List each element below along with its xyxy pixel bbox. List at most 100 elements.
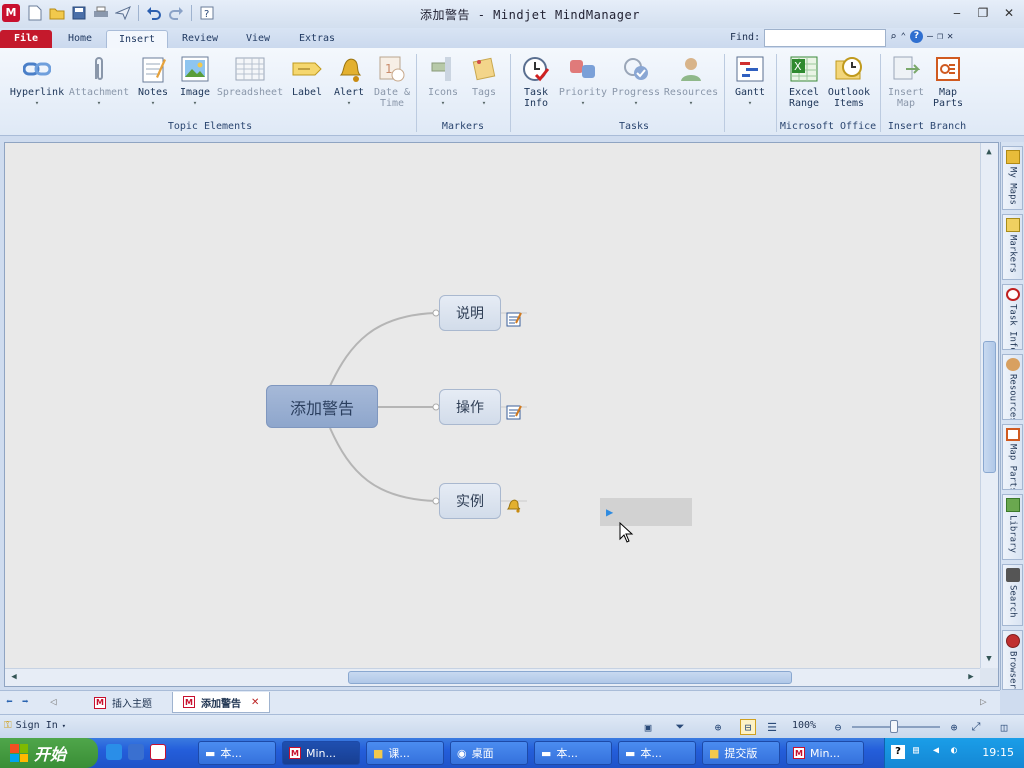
outline-view-icon[interactable]: ☰ xyxy=(764,719,780,735)
notes-button[interactable]: Notes ▾ xyxy=(134,54,172,109)
close-icon[interactable]: ✕ xyxy=(998,4,1020,22)
tab-file[interactable]: File xyxy=(0,30,52,48)
sign-in-button[interactable]: ⚿ Sign In ▾ xyxy=(4,720,66,731)
tab-extras[interactable]: Extras xyxy=(290,30,344,48)
notes-icon[interactable] xyxy=(505,310,523,328)
label-button[interactable]: Label xyxy=(288,54,326,98)
help-circle-icon[interactable]: ? xyxy=(910,30,924,43)
taskbar-item-mindmanager[interactable]: M Min... xyxy=(282,741,360,765)
excel-range-button[interactable]: X Excel Range xyxy=(782,54,826,109)
taskbar-item-mindmanager[interactable]: M Min... xyxy=(786,741,864,765)
side-tab-my-maps[interactable]: My Maps xyxy=(1002,146,1023,210)
ie-icon[interactable] xyxy=(106,744,122,760)
close-tab-icon[interactable]: ✕ xyxy=(251,697,259,708)
side-tab-browser[interactable]: Browser xyxy=(1002,630,1023,690)
help-tray-icon[interactable]: ? xyxy=(891,745,905,759)
tab-insert[interactable]: Insert xyxy=(106,30,168,48)
map-parts-button[interactable]: Map Parts xyxy=(928,54,968,109)
network-icon[interactable]: ▤ xyxy=(913,745,919,756)
minimize-doc-icon[interactable]: ‒ xyxy=(927,31,933,42)
mindmanager-app-icon[interactable]: M xyxy=(2,4,20,22)
zoom-slider-thumb[interactable] xyxy=(890,720,898,733)
close-doc-icon[interactable]: ✕ xyxy=(947,31,953,42)
side-tab-resources[interactable]: Resources xyxy=(1002,354,1023,420)
subtopic-operation[interactable]: 操作 xyxy=(439,389,501,425)
outlook-items-button[interactable]: Outlook Items xyxy=(826,54,872,109)
filter-icon[interactable]: ⏷ xyxy=(672,719,688,735)
icons-button[interactable]: Icons ▾ xyxy=(424,54,462,109)
binoculars-icon[interactable]: ⌕ xyxy=(890,30,897,43)
task-info-button[interactable]: Task Info xyxy=(516,54,556,109)
scroll-up-arrow-icon[interactable]: ▲ xyxy=(981,144,997,160)
panel-toggle-icon[interactable]: ◫ xyxy=(996,719,1012,735)
doc-tab-insert-topic[interactable]: M 插入主题 xyxy=(84,692,162,713)
resources-button[interactable]: Resources ▾ xyxy=(664,54,718,109)
priority-button[interactable]: Priority ▾ xyxy=(558,54,608,109)
restore-icon[interactable]: ❐ xyxy=(972,4,994,22)
next-arrow-icon[interactable]: ➡ xyxy=(22,695,36,709)
insert-map-button[interactable]: Insert Map xyxy=(886,54,926,109)
doc-tab-add-alert[interactable]: M 添加警告 ✕ xyxy=(172,692,271,713)
fit-map-icon[interactable]: ⤢ xyxy=(968,719,984,735)
progress-button[interactable]: Progress ▾ xyxy=(610,54,662,109)
subtopic-description[interactable]: 说明 xyxy=(439,295,501,331)
tab-home[interactable]: Home xyxy=(58,30,102,48)
zoom-out-icon[interactable]: ⊖ xyxy=(830,719,846,735)
tray-arrow-icon[interactable]: ◀ xyxy=(933,745,939,756)
zoom-in-icon[interactable]: ⊕ xyxy=(946,719,962,735)
scroll-down-arrow-icon[interactable]: ▼ xyxy=(981,651,997,667)
horizontal-scroll-thumb[interactable] xyxy=(348,671,792,684)
alert-bell-icon[interactable] xyxy=(505,496,523,514)
alert-button[interactable]: Alert ▾ xyxy=(330,54,368,109)
scroll-right-arrow-icon[interactable]: ▶ xyxy=(963,669,979,685)
restore-doc-icon[interactable]: ❐ xyxy=(937,31,943,42)
side-tab-task-info[interactable]: Task Info xyxy=(1002,284,1023,350)
central-topic[interactable]: 添加警告 xyxy=(266,385,378,428)
start-button[interactable]: 开始 xyxy=(0,738,98,768)
image-button[interactable]: Image ▾ xyxy=(176,54,214,109)
undo-icon[interactable] xyxy=(145,4,163,22)
vertical-scrollbar[interactable]: ▲ ▼ xyxy=(980,143,998,668)
scroll-tabs-right-icon[interactable]: ▷ xyxy=(980,695,994,709)
send-icon[interactable] xyxy=(114,4,132,22)
focus-topic-icon[interactable]: ⊕ xyxy=(710,719,726,735)
redo-icon[interactable] xyxy=(167,4,185,22)
side-tab-markers[interactable]: Markers xyxy=(1002,214,1023,280)
hyperlink-button[interactable]: Hyperlink ▾ xyxy=(8,54,66,109)
fit-view-icon[interactable]: ▣ xyxy=(640,719,656,735)
minimize-icon[interactable]: ‒ xyxy=(946,4,968,22)
map-canvas[interactable]: 添加警告 说明 操作 实例 ▶ xyxy=(5,143,980,668)
volume-icon[interactable]: ◐ xyxy=(951,745,957,756)
open-folder-icon[interactable] xyxy=(48,4,66,22)
help-icon[interactable]: ? xyxy=(198,4,216,22)
taskbar-item[interactable]: ◉ 桌面 xyxy=(450,741,528,765)
subtopic-example[interactable]: 实例 xyxy=(439,483,501,519)
taskbar-item[interactable]: ▬ 本... xyxy=(618,741,696,765)
browser-icon[interactable] xyxy=(128,744,144,760)
tab-view[interactable]: View xyxy=(236,30,280,48)
side-tab-library[interactable]: Library xyxy=(1002,494,1023,560)
map-workspace[interactable]: 添加警告 说明 操作 实例 ▶ ▲ ▼ ◀ ▶ xyxy=(4,142,999,687)
taskbar-item[interactable]: ■ 课... xyxy=(366,741,444,765)
notes-icon[interactable] xyxy=(505,403,523,421)
save-icon[interactable] xyxy=(70,4,88,22)
new-document-icon[interactable] xyxy=(26,4,44,22)
chevron-up-icon[interactable]: ⌃ xyxy=(901,32,906,42)
taskbar-item[interactable]: ▬ 本... xyxy=(534,741,612,765)
date-time-button[interactable]: 1 Date & Time xyxy=(372,54,412,109)
vertical-scroll-thumb[interactable] xyxy=(983,341,996,473)
tags-button[interactable]: Tags ▾ xyxy=(464,54,504,109)
gantt-button[interactable]: Gantt ▾ xyxy=(730,54,770,109)
scroll-left-arrow-icon[interactable]: ◀ xyxy=(6,669,22,685)
mindmanager-icon[interactable] xyxy=(150,744,166,760)
find-input[interactable] xyxy=(764,29,886,47)
previous-arrow-icon[interactable]: ⬅ xyxy=(6,695,20,709)
side-tab-search[interactable]: Search xyxy=(1002,564,1023,626)
spreadsheet-button[interactable]: Spreadsheet xyxy=(216,54,284,98)
tab-review[interactable]: Review xyxy=(174,30,226,48)
side-tab-map-parts[interactable]: Map Parts xyxy=(1002,424,1023,490)
attachment-button[interactable]: Attachment ▾ xyxy=(68,54,130,109)
print-icon[interactable] xyxy=(92,4,110,22)
taskbar-item[interactable]: ▬ 本... xyxy=(198,741,276,765)
horizontal-scrollbar[interactable]: ◀ ▶ xyxy=(5,668,980,686)
